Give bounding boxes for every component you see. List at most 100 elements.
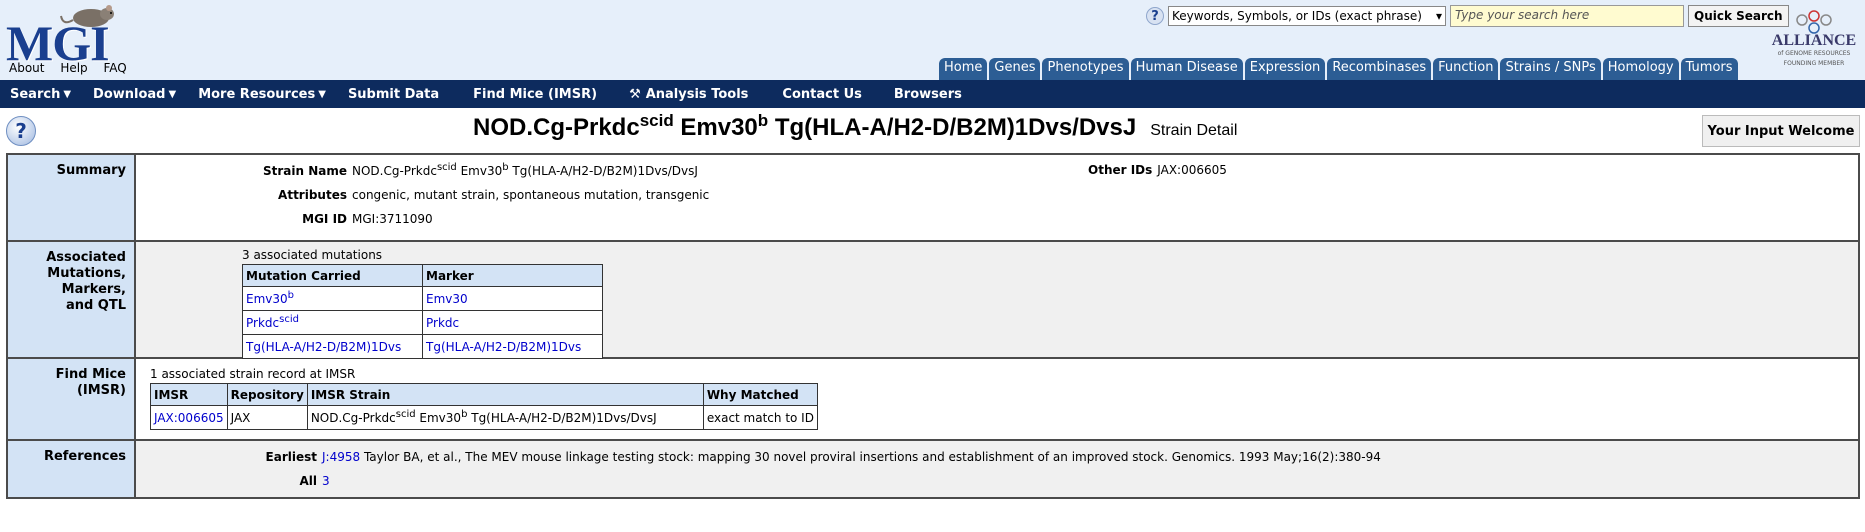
tab-recombinases[interactable]: Recombinases	[1327, 58, 1432, 80]
label-line: Associated	[46, 250, 126, 265]
nav-find-mice[interactable]: Find Mice (IMSR)	[473, 87, 597, 102]
search-help-icon[interactable]: ?	[1146, 7, 1164, 25]
tab-strains-snps[interactable]: Strains / SNPs	[1500, 58, 1601, 80]
mgi-logo[interactable]: MGI	[4, 2, 114, 71]
imsr-section: Find Mice (IMSR) 1 associated strain rec…	[6, 357, 1860, 441]
label-line: Markers,	[61, 282, 126, 297]
all-refs-link[interactable]: 3	[322, 474, 330, 488]
mutation-link[interactable]: Tg(HLA-A/H2-D/B2M)1Dvs	[246, 340, 401, 354]
marker-link[interactable]: Tg(HLA-A/H2-D/B2M)1Dvs	[426, 340, 581, 354]
tab-home[interactable]: Home	[939, 58, 988, 80]
top-links: About Help FAQ	[9, 61, 139, 75]
mutations-count: 3 associated mutations	[242, 248, 383, 262]
caret-down-icon: ▼	[318, 88, 326, 100]
your-input-welcome-button[interactable]: Your Input Welcome	[1702, 115, 1860, 147]
table-header-row: Mutation Carried Marker	[242, 264, 603, 287]
earliest-ref-link[interactable]: J:4958	[322, 450, 360, 464]
nav-search-label: Search	[10, 86, 61, 102]
nav-download[interactable]: Download ▼	[93, 87, 176, 102]
search-type-value: Keywords, Symbols, or IDs (exact phrase)	[1172, 9, 1422, 23]
detail-sections: Summary Strain Name NOD.Cg-Prkdcscid Emv…	[6, 153, 1860, 499]
earliest-value: J:4958 Taylor BA, et al., The MEV mouse …	[322, 450, 1381, 464]
mutation-cell[interactable]: Tg(HLA-A/H2-D/B2M)1Dvs	[242, 334, 423, 359]
alliance-logo[interactable]: ALLIANCE of GENOME RESOURCES FOUNDING ME…	[1764, 6, 1864, 72]
strain-part: NOD.Cg-Prkdc	[310, 410, 396, 425]
why-matched-cell: exact match to ID	[702, 405, 818, 430]
nav-analysis-tools[interactable]: ⚒ Analysis Tools	[629, 87, 748, 102]
nav-submit-data[interactable]: Submit Data	[348, 87, 439, 102]
mgi-id-value: MGI:3711090	[352, 212, 433, 226]
page-help-icon[interactable]: ?	[6, 116, 36, 146]
nav-bar: Search ▼ Download ▼ More Resources ▼ Submit…	[0, 80, 1865, 108]
imsr-strain-cell: NOD.Cg-Prkdcscid Emv30b Tg(HLA-A/H2-D/B2…	[306, 405, 704, 430]
site-header: MGI About Help FAQ ? Keywords, Symbols, …	[0, 0, 1865, 80]
strain-name-label: Strain Name	[262, 164, 347, 178]
nav-search[interactable]: Search ▼	[10, 87, 71, 102]
col-why-matched: Why Matched	[702, 383, 818, 406]
search-input[interactable]: Type your search here	[1450, 5, 1684, 27]
nav-contact-us[interactable]: Contact Us	[782, 87, 861, 102]
about-link[interactable]: About	[9, 61, 44, 75]
mutation-cell[interactable]: Emv30b	[242, 286, 423, 311]
nav-analysis-tools-label: Analysis Tools	[645, 86, 749, 102]
alliance-member: FOUNDING MEMBER	[1783, 60, 1845, 67]
imsr-body: 1 associated strain record at IMSR IMSR …	[136, 359, 1858, 439]
marker-cell[interactable]: Prkdc	[422, 310, 603, 335]
summary-label: Summary	[8, 155, 136, 240]
col-marker: Marker	[422, 264, 603, 287]
imsr-id-cell[interactable]: JAX:006605	[150, 405, 228, 430]
search-type-select[interactable]: Keywords, Symbols, or IDs (exact phrase)…	[1168, 6, 1446, 26]
nav-download-label: Download	[93, 86, 166, 102]
table-row: Emv30b Emv30	[242, 286, 603, 311]
other-ids-value: JAX:006605	[1157, 163, 1227, 177]
title-part: Tg(HLA-A/H2-D/B2M)1Dvs/DvsJ	[768, 114, 1137, 141]
imsr-table: IMSR Repository IMSR Strain Why Matched …	[150, 383, 818, 430]
mutation-link[interactable]: Emv30	[246, 292, 288, 306]
nav-more-resources[interactable]: More Resources ▼	[198, 87, 326, 102]
title-sup: scid	[639, 111, 674, 130]
marker-link[interactable]: Prkdc	[426, 316, 459, 330]
marker-cell[interactable]: Tg(HLA-A/H2-D/B2M)1Dvs	[422, 334, 603, 359]
title-sup: b	[757, 111, 769, 130]
strain-name-part: Emv30	[456, 164, 503, 178]
all-refs-row: All 3	[146, 469, 1848, 493]
mouse-icon	[60, 5, 114, 27]
imsr-count: 1 associated strain record at IMSR	[150, 367, 356, 381]
tab-function[interactable]: Function	[1433, 58, 1499, 80]
tools-icon: ⚒	[629, 86, 641, 102]
tab-tumors[interactable]: Tumors	[1680, 58, 1738, 80]
strain-sup: scid	[395, 408, 416, 420]
attributes-value: congenic, mutant strain, spontaneous mut…	[352, 188, 710, 202]
chevron-down-icon: ▾	[1435, 9, 1442, 23]
mutation-cell[interactable]: Prkdcscid	[242, 310, 423, 335]
strain-name-row: Strain Name NOD.Cg-Prkdcscid Emv30b Tg(H…	[146, 159, 1848, 183]
tab-human-disease[interactable]: Human Disease	[1130, 58, 1243, 80]
other-ids-label: Other IDs	[1088, 163, 1153, 177]
mutation-sup: b	[287, 289, 295, 301]
earliest-citation: Taylor BA, et al., The MEV mouse linkage…	[360, 450, 1381, 464]
col-mutation-carried: Mutation Carried	[242, 264, 423, 287]
tab-phenotypes[interactable]: Phenotypes	[1042, 58, 1129, 80]
title-bar: ? NOD.Cg-Prkdcscid Emv30b Tg(HLA-A/H2-D/…	[0, 108, 1865, 150]
page-title: NOD.Cg-Prkdcscid Emv30b Tg(HLA-A/H2-D/B2…	[473, 111, 1237, 142]
table-header-row: IMSR Repository IMSR Strain Why Matched	[150, 383, 818, 406]
imsr-id-link[interactable]: JAX:006605	[154, 411, 224, 425]
alliance-sub: of GENOME RESOURCES	[1777, 50, 1851, 57]
help-link[interactable]: Help	[60, 61, 87, 75]
nav-more-resources-label: More Resources	[198, 86, 316, 102]
tab-expression[interactable]: Expression	[1244, 58, 1326, 80]
mutation-link[interactable]: Prkdc	[246, 316, 279, 330]
tab-homology[interactable]: Homology	[1602, 58, 1679, 80]
tab-genes[interactable]: Genes	[989, 58, 1041, 80]
table-row: JAX:006605 JAX NOD.Cg-Prkdcscid Emv30b T…	[150, 405, 818, 430]
marker-cell[interactable]: Emv30	[422, 286, 603, 311]
faq-link[interactable]: FAQ	[104, 61, 127, 75]
title-part: NOD.Cg-Prkdc	[473, 114, 640, 141]
nav-browsers[interactable]: Browsers	[894, 87, 962, 102]
strain-part: Tg(HLA-A/H2-D/B2M)1Dvs/DvsJ	[467, 410, 657, 425]
marker-link[interactable]: Emv30	[426, 292, 468, 306]
repository-cell: JAX	[226, 405, 308, 430]
label-line: (IMSR)	[76, 383, 126, 398]
attributes-row: Attributes congenic, mutant strain, spon…	[146, 183, 1848, 207]
imsr-label: Find Mice (IMSR)	[8, 359, 136, 439]
